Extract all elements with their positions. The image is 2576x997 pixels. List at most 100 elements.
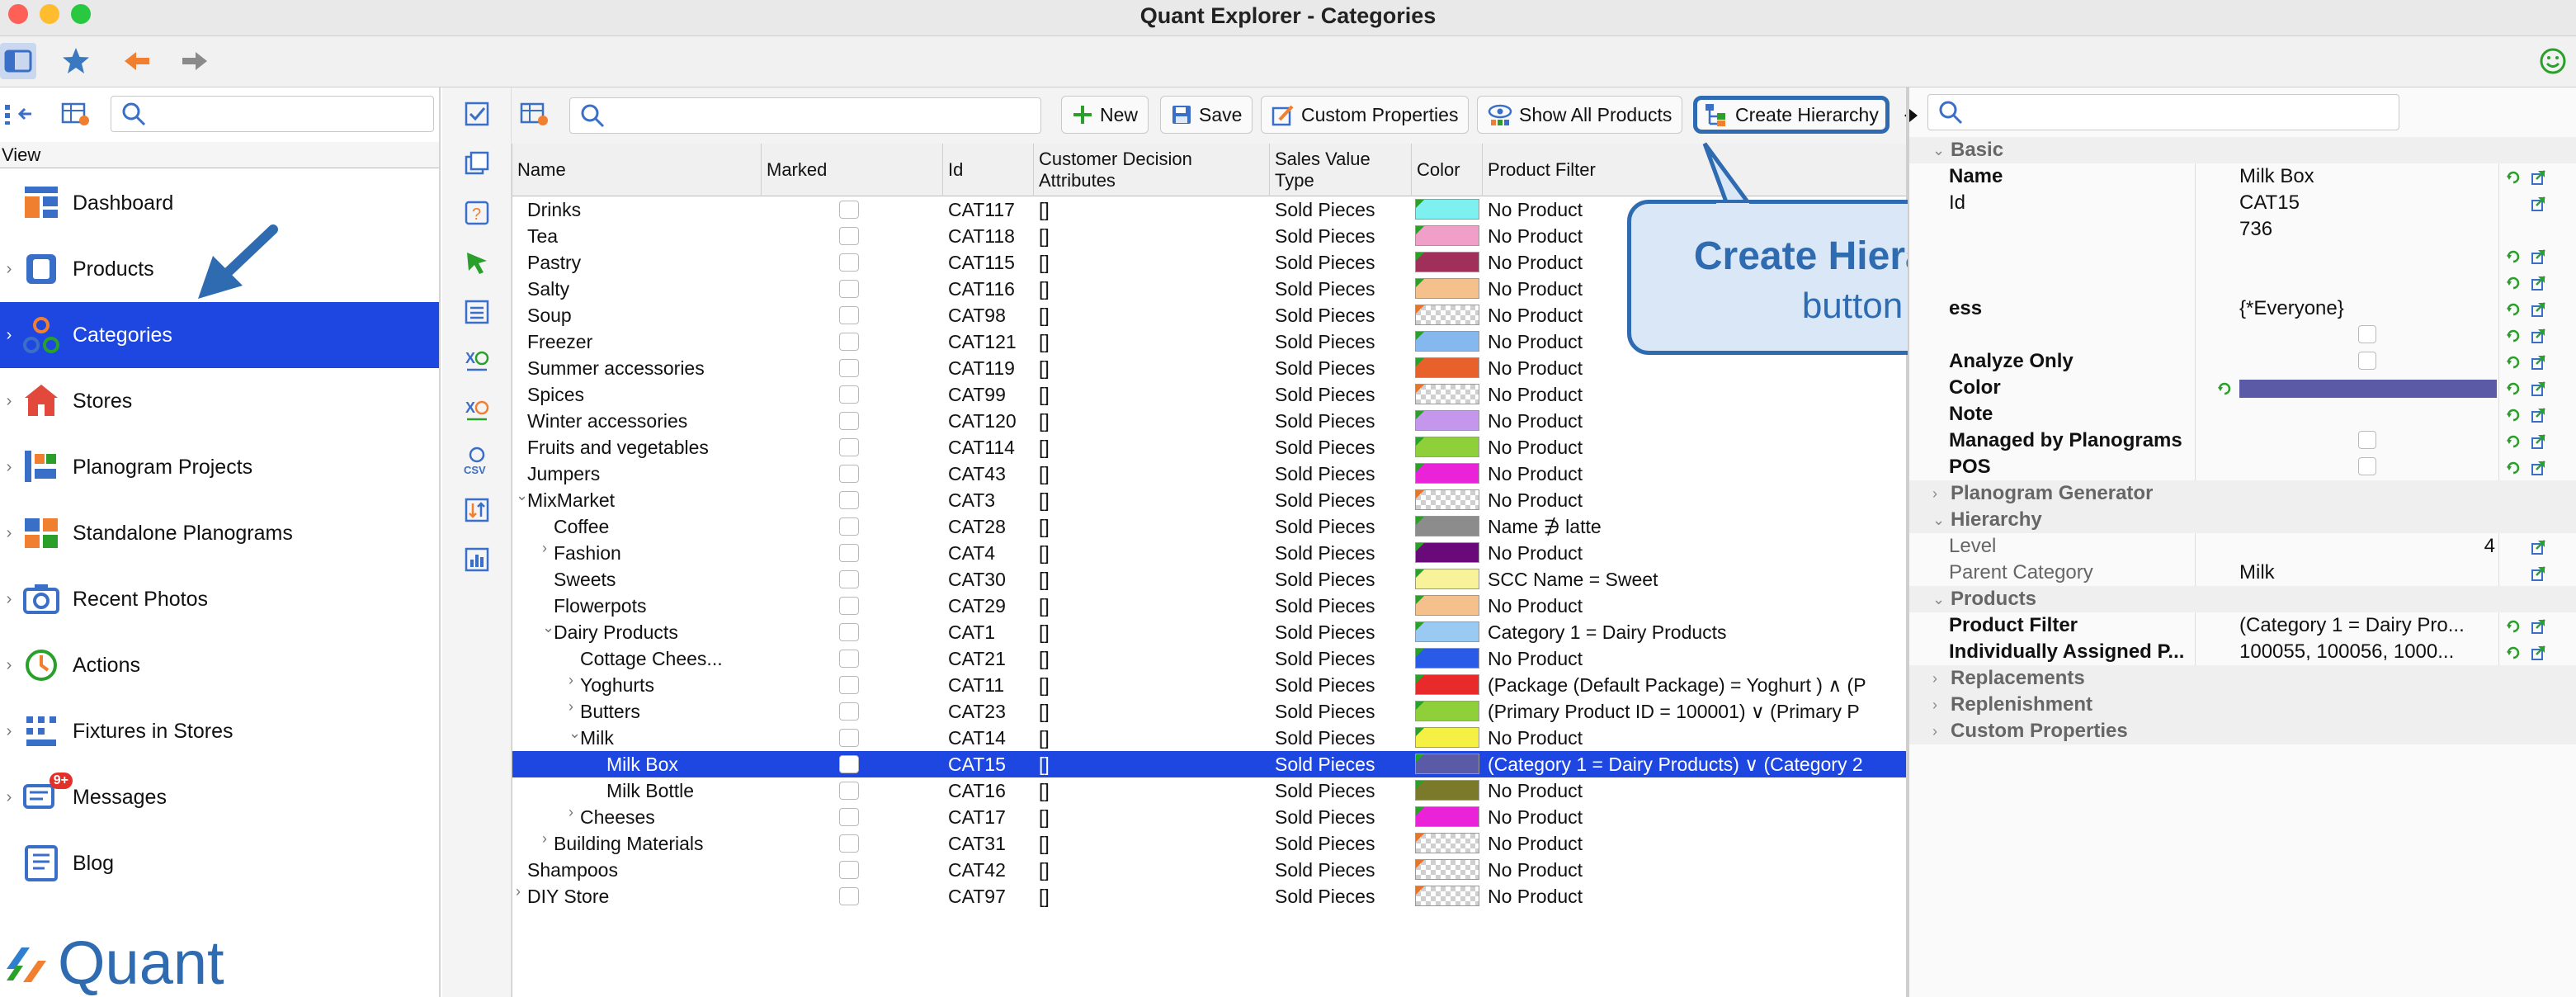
marked-checkbox[interactable] — [839, 359, 859, 377]
edit-value-icon[interactable] — [2530, 406, 2546, 423]
table-row[interactable]: Jumpers CAT43 [] Sold Pieces No Product — [512, 461, 1908, 487]
nav-item-categories[interactable]: › Categories — [0, 302, 439, 368]
edit-value-icon[interactable] — [2530, 644, 2546, 660]
chevron-down-icon[interactable]: ⌄ — [1932, 507, 1945, 533]
expand-chevron-icon[interactable]: › — [0, 458, 18, 477]
new-button[interactable]: New — [1061, 96, 1149, 134]
feedback-button[interactable] — [2535, 43, 2571, 79]
expand-chevron-icon[interactable]: › — [0, 590, 18, 609]
help-button[interactable]: ? — [459, 195, 495, 231]
column-customer-decision-attributes[interactable]: Customer Decision Attributes — [1034, 144, 1270, 196]
collapse-navigation-button[interactable] — [0, 96, 36, 132]
nav-item-actions[interactable]: › Actions — [0, 632, 439, 698]
marked-checkbox[interactable] — [839, 623, 859, 641]
color-swatch[interactable] — [1415, 595, 1479, 616]
table-row[interactable]: ⌄ Dairy Products CAT1 [] Sold Pieces Category… — [512, 619, 1908, 645]
chevron-down-icon[interactable]: ⌄ — [1932, 586, 1945, 612]
marked-checkbox[interactable] — [839, 491, 859, 509]
property-row[interactable]: Note — [1909, 401, 2576, 428]
marked-checkbox[interactable] — [839, 465, 859, 483]
color-swatch[interactable] — [1415, 701, 1479, 721]
color-swatch[interactable] — [1415, 542, 1479, 563]
favorites-button[interactable] — [58, 43, 94, 79]
expand-chevron-icon[interactable]: › — [0, 656, 18, 675]
column-product-filter[interactable]: Product Filter — [1483, 144, 1908, 196]
marked-checkbox[interactable] — [839, 570, 859, 588]
table-row[interactable]: › Cheeses CAT17 [] Sold Pieces No Product — [512, 804, 1908, 830]
marked-checkbox[interactable] — [839, 808, 859, 826]
edit-value-icon[interactable] — [2530, 565, 2546, 581]
marked-checkbox[interactable] — [839, 597, 859, 615]
edit-value-icon[interactable] — [2530, 248, 2546, 264]
marked-checkbox[interactable] — [839, 782, 859, 800]
reset-value-icon[interactable] — [2505, 353, 2522, 370]
table-row[interactable]: Spices CAT99 [] Sold Pieces No Product — [512, 381, 1908, 408]
column-id[interactable]: Id — [943, 144, 1034, 196]
property-row[interactable]: Product Filter (Category 1 = Dairy Pro... — [1909, 612, 2576, 639]
color-swatch[interactable] — [1415, 833, 1479, 853]
nav-item-messages[interactable]: › 9+ Messages — [0, 764, 439, 830]
expand-chevron-icon[interactable]: › — [0, 392, 18, 411]
marked-checkbox[interactable] — [839, 201, 859, 219]
marked-checkbox[interactable] — [839, 755, 859, 773]
marked-checkbox[interactable] — [839, 412, 859, 430]
back-button[interactable] — [119, 43, 155, 79]
color-swatch[interactable] — [1415, 806, 1479, 827]
marked-checkbox[interactable] — [839, 438, 859, 456]
property-value[interactable]: (Category 1 = Dairy Pro... — [2239, 612, 2465, 639]
color-swatch[interactable] — [1415, 780, 1479, 801]
edit-value-icon[interactable] — [2530, 380, 2546, 396]
table-row[interactable]: Milk Box CAT15 [] Sold Pieces (Category 1 = … — [512, 751, 1908, 777]
color-swatch[interactable] — [1415, 305, 1479, 325]
edit-value-icon[interactable] — [2530, 432, 2546, 449]
color-swatch[interactable] — [1415, 648, 1479, 669]
color-swatch[interactable] — [1415, 886, 1479, 906]
section-custom-properties[interactable]: › Custom Properties — [1909, 718, 2576, 744]
color-swatch[interactable] — [1415, 252, 1479, 272]
marked-checkbox[interactable] — [839, 227, 859, 245]
export-excel-button[interactable]: X — [459, 343, 495, 380]
expand-chevron-icon[interactable]: › — [0, 260, 18, 279]
column-sales-value-type[interactable]: Sales Value Type — [1270, 144, 1412, 196]
table-row[interactable]: Milk Bottle CAT16 [] Sold Pieces No Product — [512, 777, 1908, 804]
nav-item-stores[interactable]: › Stores — [0, 368, 439, 434]
color-swatch[interactable] — [1415, 674, 1479, 695]
properties-search-input[interactable] — [1970, 95, 2399, 130]
nav-item-planogram-projects[interactable]: › Planogram Projects — [0, 434, 439, 500]
edit-value-icon[interactable] — [2530, 538, 2546, 555]
property-value[interactable]: {*Everyone} — [2239, 295, 2344, 322]
expand-chevron-icon[interactable]: › — [0, 524, 18, 543]
reset-value-icon[interactable] — [2505, 617, 2522, 634]
import-excel-button[interactable]: X — [459, 393, 495, 429]
color-swatch[interactable] — [1415, 199, 1479, 220]
property-row[interactable] — [1909, 322, 2576, 348]
save-button[interactable]: Save — [1160, 96, 1253, 134]
show-all-products-button[interactable]: Show All Products — [1477, 96, 1683, 134]
marked-checkbox[interactable] — [839, 702, 859, 721]
color-swatch[interactable] — [1415, 225, 1479, 246]
reset-value-icon[interactable] — [2505, 168, 2522, 185]
marked-checkbox[interactable] — [839, 861, 859, 879]
edit-value-icon[interactable] — [2530, 274, 2546, 291]
color-swatch[interactable] — [1415, 410, 1479, 431]
property-checkbox[interactable] — [2358, 431, 2376, 449]
tree-toggle-icon[interactable]: ⌄ — [569, 725, 581, 742]
section-replacements[interactable]: › Replacements — [1909, 665, 2576, 692]
property-value[interactable]: 100055, 100056, 1000... — [2239, 639, 2454, 665]
toggle-sidebar-button[interactable] — [0, 43, 36, 79]
marked-checkbox[interactable] — [839, 650, 859, 668]
edit-value-icon[interactable] — [2530, 195, 2546, 211]
color-swatch[interactable] — [1415, 516, 1479, 536]
chevron-right-icon[interactable]: › — [1932, 480, 1937, 507]
property-checkbox[interactable] — [2358, 352, 2376, 370]
marked-checkbox[interactable] — [839, 517, 859, 536]
color-swatch[interactable] — [1415, 437, 1479, 457]
column-color[interactable]: Color — [1412, 144, 1483, 196]
select-all-button[interactable] — [459, 96, 495, 132]
reset-value-icon[interactable] — [2505, 380, 2522, 396]
table-row[interactable]: Summer accessories CAT119 [] Sold Pieces No … — [512, 355, 1908, 381]
expand-chevron-icon[interactable]: › — [0, 788, 18, 807]
color-edit-icon[interactable] — [2216, 380, 2233, 396]
color-swatch[interactable] — [1415, 754, 1479, 774]
tree-toggle-icon[interactable]: › — [542, 830, 547, 848]
